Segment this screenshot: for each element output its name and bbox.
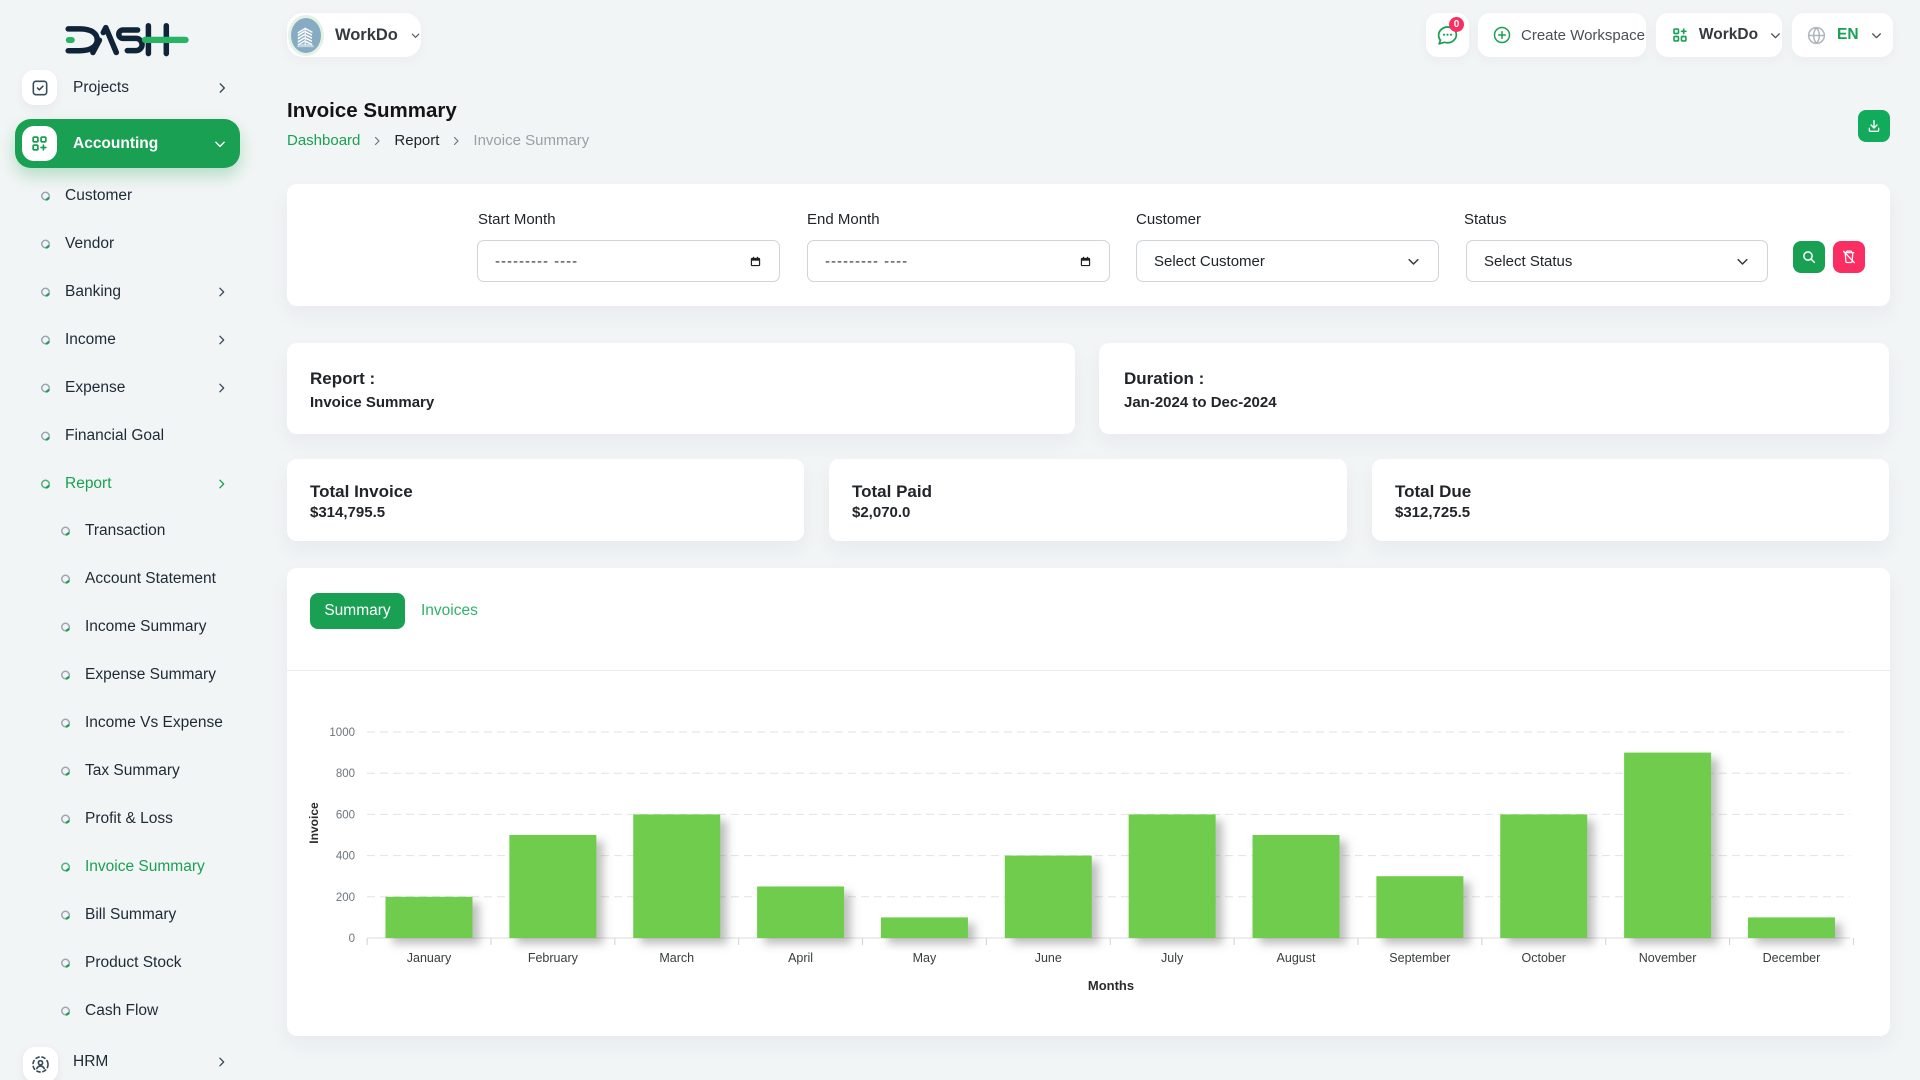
svg-text:800: 800	[336, 768, 355, 780]
svg-text:0: 0	[349, 933, 355, 945]
svg-text:May: May	[913, 951, 937, 965]
svg-text:August: August	[1277, 951, 1316, 965]
svg-text:June: June	[1035, 951, 1062, 965]
svg-text:December: December	[1763, 951, 1821, 965]
svg-text:July: July	[1161, 951, 1184, 965]
svg-text:February: February	[528, 951, 579, 965]
svg-text:600: 600	[336, 809, 355, 821]
svg-text:October: October	[1522, 951, 1566, 965]
svg-text:Invoice: Invoice	[307, 802, 321, 844]
svg-text:March: March	[659, 951, 694, 965]
svg-text:September: September	[1389, 951, 1450, 965]
svg-text:400: 400	[336, 851, 355, 863]
svg-text:Months: Months	[1088, 978, 1134, 993]
svg-text:November: November	[1639, 951, 1697, 965]
svg-text:1000: 1000	[329, 727, 355, 739]
svg-text:200: 200	[336, 892, 355, 904]
svg-text:January: January	[407, 951, 452, 965]
svg-text:April: April	[788, 951, 813, 965]
